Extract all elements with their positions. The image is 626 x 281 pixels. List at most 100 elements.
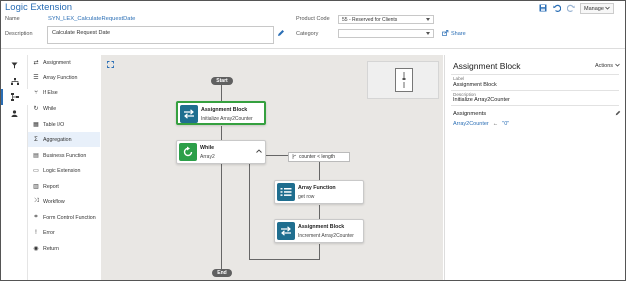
category-select[interactable] bbox=[338, 29, 434, 38]
flowchart-icon[interactable] bbox=[1, 89, 28, 105]
minimap[interactable] bbox=[367, 61, 439, 99]
while-block[interactable]: While Array2 bbox=[176, 140, 266, 164]
form-icon: ⌗ bbox=[34, 214, 38, 220]
end-node: End bbox=[212, 269, 232, 277]
label-value[interactable]: Assignment Block bbox=[453, 82, 497, 88]
actions-label: Actions bbox=[595, 63, 614, 69]
description-value[interactable]: Initialize Array2Counter bbox=[453, 97, 510, 103]
category-label: Category bbox=[296, 31, 319, 37]
share-button[interactable]: Share bbox=[442, 30, 466, 38]
page-title: Logic Extension bbox=[5, 2, 73, 13]
palette-item-label: Error bbox=[43, 229, 55, 236]
node-title: While bbox=[200, 145, 215, 151]
share-label: Share bbox=[451, 31, 466, 37]
connector bbox=[221, 85, 222, 102]
array-function-block[interactable]: Array Function get row bbox=[274, 180, 364, 204]
palette-item-form-control-function[interactable]: ⌗ Form Control Function bbox=[28, 210, 100, 225]
doc-icon: ▭ bbox=[33, 168, 39, 174]
palette-item-label: Array Function bbox=[43, 74, 78, 81]
flow-canvas[interactable]: Start Assignment Block Initialize Array2… bbox=[101, 55, 443, 280]
person-icon[interactable] bbox=[1, 105, 28, 121]
swap-arrows-icon: ⇄ bbox=[33, 60, 39, 66]
palette-item-array-function[interactable]: ☰ Array Function bbox=[28, 70, 100, 85]
palette-item-error[interactable]: ! Error bbox=[28, 225, 100, 240]
edit-pencil-icon[interactable] bbox=[277, 29, 285, 39]
connector bbox=[266, 155, 288, 156]
swap-arrows-icon bbox=[180, 105, 198, 123]
palette-item-logic-extension[interactable]: ▭ Logic Extension bbox=[28, 163, 100, 178]
assignments-heading: Assignments bbox=[453, 111, 487, 117]
palette-item-label: Assignment bbox=[43, 59, 71, 66]
palette-item-label: Logic Extension bbox=[43, 167, 81, 174]
node-subtitle: Array2 bbox=[200, 154, 215, 160]
branch-icon bbox=[292, 153, 297, 161]
assignment-block-initialize[interactable]: Assignment Block Initialize Array2Counte… bbox=[176, 101, 266, 125]
edit-pencil-icon[interactable] bbox=[615, 110, 621, 118]
redo-icon[interactable] bbox=[566, 4, 575, 12]
palette-item-if-else[interactable]: ⑂ If Else bbox=[28, 85, 100, 100]
description-field[interactable]: Calculate Request Date bbox=[47, 26, 274, 44]
palette-item-aggregation[interactable]: Σ Aggregation bbox=[28, 132, 100, 147]
name-label: Name bbox=[5, 16, 20, 22]
list-icon bbox=[277, 183, 295, 201]
product-code-select[interactable]: 55 - Reserved for Clients bbox=[338, 15, 434, 24]
start-node: Start bbox=[211, 77, 233, 85]
connector bbox=[221, 164, 222, 269]
start-label: Start bbox=[216, 78, 228, 84]
palette-item-label: Business Function bbox=[43, 152, 87, 159]
divider bbox=[451, 74, 619, 75]
share-icon bbox=[442, 30, 449, 38]
workflow-icon: ⤨ bbox=[33, 198, 39, 204]
properties-panel: Assignment Block Actions Label Assignmen… bbox=[444, 55, 625, 280]
header-divider bbox=[1, 48, 625, 49]
divider bbox=[451, 90, 619, 91]
palette-item-table-io[interactable]: ▦ Table I/O bbox=[28, 117, 100, 132]
node-subtitle: Increment Array2Counter bbox=[298, 233, 354, 239]
table-icon: ▦ bbox=[33, 122, 39, 128]
connector bbox=[249, 160, 250, 260]
funnel-icon[interactable] bbox=[1, 57, 28, 73]
node-title: Assignment Block bbox=[298, 224, 345, 230]
minimap-viewport[interactable] bbox=[395, 68, 413, 92]
palette-item-report[interactable]: ▥ Report bbox=[28, 179, 100, 194]
assignment-block-increment[interactable]: Assignment Block Increment Array2Counter bbox=[274, 219, 364, 243]
save-icon[interactable] bbox=[538, 4, 547, 12]
manage-button[interactable]: Manage bbox=[580, 3, 614, 14]
swap-arrows-icon bbox=[277, 222, 295, 240]
chevron-up-icon[interactable] bbox=[256, 149, 262, 155]
return-icon: ◉ bbox=[33, 246, 39, 252]
loop-icon bbox=[179, 143, 197, 161]
grid-icon: ▤ bbox=[33, 153, 39, 159]
hierarchy-icon[interactable] bbox=[1, 73, 28, 89]
product-code-label: Product Code bbox=[296, 16, 330, 22]
palette-item-label: Table I/O bbox=[43, 121, 65, 128]
chevron-down-icon bbox=[426, 32, 430, 35]
node-title: Assignment Block bbox=[201, 107, 248, 113]
palette-item-label: Form Control Function bbox=[43, 214, 96, 221]
palette-item-assignment[interactable]: ⇄ Assignment bbox=[28, 55, 100, 70]
branch-icon: ⑂ bbox=[34, 89, 38, 96]
description-label: Description bbox=[5, 31, 33, 37]
undo-icon[interactable] bbox=[552, 4, 561, 12]
product-code-value: 55 - Reserved for Clients bbox=[342, 17, 398, 23]
description-value: Calculate Request Date bbox=[52, 30, 111, 36]
actions-button[interactable]: Actions bbox=[595, 63, 620, 69]
sigma-icon: Σ bbox=[34, 136, 38, 143]
left-rail bbox=[1, 55, 28, 280]
label-caption: Label bbox=[453, 76, 465, 81]
connector bbox=[319, 244, 320, 259]
chevron-down-icon bbox=[426, 18, 430, 21]
connector bbox=[221, 126, 222, 140]
assignment-target: Array2Counter bbox=[453, 121, 489, 127]
palette-item-return[interactable]: ◉ Return bbox=[28, 241, 100, 256]
palette-item-while[interactable]: ↻ While bbox=[28, 101, 100, 116]
error-icon: ! bbox=[35, 229, 37, 236]
palette-item-workflow[interactable]: ⤨ Workflow bbox=[28, 194, 100, 209]
list-icon: ☰ bbox=[33, 75, 39, 81]
fit-to-screen-icon[interactable] bbox=[107, 61, 114, 70]
while-condition[interactable]: counter < length bbox=[288, 152, 350, 162]
assignment-row[interactable]: Array2Counter ← "0" bbox=[453, 121, 509, 127]
palette-item-label: Return bbox=[43, 245, 59, 252]
palette-item-business-function[interactable]: ▤ Business Function bbox=[28, 148, 100, 163]
node-subtitle: Initialize Array2Counter bbox=[201, 116, 253, 122]
